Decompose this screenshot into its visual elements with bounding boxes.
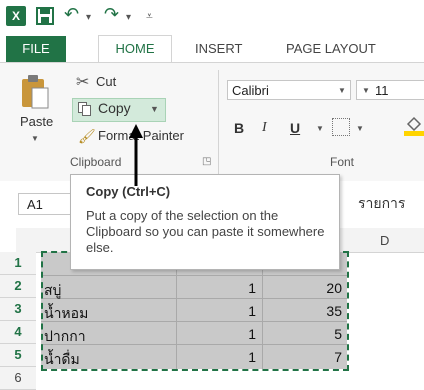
scissors-icon[interactable]: ✂ (76, 72, 89, 92)
redo-dropdown-icon[interactable]: ▾ (126, 12, 131, 23)
dialog-launcher-icon[interactable]: ◳ (202, 156, 211, 167)
table-cell[interactable]: 35 (262, 303, 342, 319)
copy-icon[interactable] (78, 102, 92, 116)
table-cell[interactable]: 20 (262, 280, 342, 296)
italic-button[interactable]: I (262, 120, 267, 136)
clipboard-group-label: Clipboard (70, 155, 122, 169)
group-separator (218, 70, 219, 176)
annotation-arrow-icon (128, 124, 144, 186)
tab-page-layout[interactable]: PAGE LAYOUT (286, 36, 376, 62)
table-cell[interactable]: 1 (176, 349, 256, 365)
undo-icon[interactable]: ↶ (64, 4, 79, 25)
tooltip-title: Copy (Ctrl+C) (86, 184, 171, 199)
name-box[interactable]: A1 (18, 193, 72, 215)
fill-color-icon[interactable] (404, 114, 424, 136)
row-header[interactable]: 5 (0, 344, 36, 367)
chevron-down-icon[interactable]: ▼ (356, 124, 364, 133)
customize-qat-icon[interactable]: ⩡ (146, 9, 153, 24)
row-header[interactable]: 1 (0, 252, 36, 275)
paste-button[interactable]: Paste (20, 114, 53, 129)
tab-home[interactable]: HOME (98, 35, 172, 62)
table-cell[interactable]: 1 (176, 280, 256, 296)
row-header[interactable]: 2 (0, 275, 36, 298)
table-cell[interactable]: 1 (176, 303, 256, 319)
tab-file[interactable]: FILE (6, 36, 66, 62)
paste-dropdown-icon[interactable]: ▼ (31, 134, 39, 143)
table-cell[interactable]: 7 (262, 349, 342, 365)
chevron-down-icon[interactable]: ▼ (316, 124, 324, 133)
table-cell[interactable]: ปากกา (44, 326, 86, 348)
undo-dropdown-icon[interactable]: ▾ (86, 12, 91, 23)
underline-button[interactable]: U (290, 120, 300, 136)
row-header[interactable]: 4 (0, 321, 36, 344)
font-name-select[interactable]: Calibri (227, 80, 351, 100)
borders-icon[interactable] (332, 118, 350, 136)
copy-dropdown-icon[interactable]: ▼ (150, 104, 159, 114)
tab-insert[interactable]: INSERT (195, 36, 242, 62)
tooltip-body: Put a copy of the selection on the Clipb… (86, 208, 325, 255)
row-header[interactable]: 6 (0, 367, 36, 390)
paste-icon[interactable] (20, 74, 50, 110)
table-cell[interactable]: น้ำดื่ม (44, 349, 80, 371)
font-group-label: Font (330, 155, 355, 169)
table-cell[interactable]: น้ำหอม (44, 303, 88, 325)
bold-button[interactable]: B (234, 120, 244, 136)
chevron-down-icon[interactable]: ▼ (362, 86, 370, 95)
column-header-d[interactable]: D (380, 233, 389, 248)
cut-button[interactable]: Cut (96, 74, 116, 89)
table-cell[interactable]: สบู่ (44, 280, 61, 302)
table-cell[interactable]: 5 (262, 326, 342, 342)
row-header[interactable]: 3 (0, 298, 36, 321)
formula-input[interactable]: รายการ (358, 193, 405, 215)
chevron-down-icon[interactable]: ▼ (338, 86, 346, 95)
format-painter-icon[interactable]: 🖌 (78, 128, 96, 145)
save-icon[interactable] (36, 7, 54, 30)
copy-label[interactable]: Copy (98, 100, 131, 116)
table-cell[interactable]: 1 (176, 326, 256, 342)
excel-logo-icon: X (6, 6, 26, 26)
redo-icon[interactable]: ↷ (104, 4, 119, 25)
